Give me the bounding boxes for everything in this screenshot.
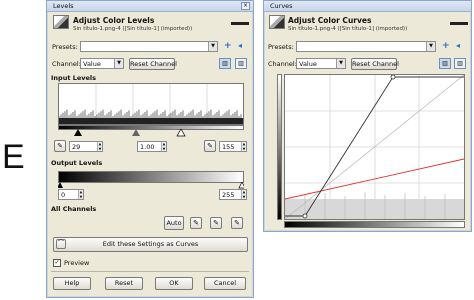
header-divider: [450, 22, 468, 25]
spin-arrows[interactable]: ▲ ▼: [97, 142, 102, 151]
eyedropper-icon[interactable]: ✎: [54, 140, 66, 152]
output-high-spin[interactable]: 255 ▲ ▼: [219, 189, 247, 200]
reset-button[interactable]: Reset: [105, 277, 143, 290]
input-sliders[interactable]: [58, 129, 244, 137]
eyedropper-icon[interactable]: ✎: [231, 217, 243, 229]
plus-icon[interactable]: +: [442, 42, 450, 51]
presets-combo[interactable]: ▼: [80, 41, 218, 52]
spin-arrows[interactable]: ▲ ▼: [78, 190, 83, 199]
presets-label: Presets:: [52, 43, 78, 51]
curves-window-title: Curves: [270, 2, 293, 10]
side-letter: E: [2, 138, 25, 176]
reset-channel-button[interactable]: Reset Channel: [129, 58, 177, 70]
channel-value: Value: [83, 60, 101, 68]
gamma-slider: [132, 129, 140, 136]
chevron-down-icon: ▼: [336, 59, 345, 68]
auto-button[interactable]: Auto: [164, 216, 184, 230]
levels-dialog: Levels × Adjust Color Levels Sin título-…: [46, 0, 254, 298]
log-histogram-icon[interactable]: ▥: [235, 58, 247, 69]
input-histogram: [58, 83, 244, 125]
levels-header-title: Adjust Color Levels: [73, 16, 155, 25]
curves-titlebar[interactable]: Curves: [264, 1, 471, 12]
curves-icon: ⌒: [56, 239, 66, 249]
input-high-spin[interactable]: 155 ▲ ▼: [219, 141, 247, 152]
menu-arrow-icon[interactable]: ◂: [238, 41, 242, 50]
chevron-down-icon: ▼: [114, 59, 123, 68]
levels-titlebar[interactable]: Levels ×: [47, 1, 253, 12]
spin-arrows[interactable]: ▲ ▼: [241, 190, 246, 199]
levels-icon: [53, 15, 69, 29]
ok-button[interactable]: OK: [155, 277, 193, 290]
histogram-graph: [58, 84, 243, 124]
input-low-spin[interactable]: 29 ▲ ▼: [69, 141, 103, 152]
chevron-down-icon: ▼: [426, 42, 435, 51]
all-channels-label: All Channels: [51, 205, 97, 213]
menu-arrow-icon[interactable]: ◂: [456, 41, 460, 50]
curves-dialog: Curves Adjust Color Curves Sin título-1.…: [263, 0, 472, 232]
curve-point-high: [390, 74, 396, 80]
output-sliders[interactable]: [58, 182, 244, 189]
curve-canvas[interactable]: [284, 74, 465, 220]
eyedropper-icon[interactable]: ✎: [210, 217, 222, 229]
help-button[interactable]: Help: [53, 277, 91, 290]
linear-histogram-icon[interactable]: ▥: [219, 58, 231, 69]
channel-combo[interactable]: Value ▼: [296, 58, 346, 69]
close-icon[interactable]: ×: [241, 2, 250, 10]
levels-window-title: Levels: [53, 2, 74, 10]
cancel-button[interactable]: Cancel: [204, 277, 246, 290]
header-divider: [231, 22, 249, 25]
input-low-value: 29: [72, 143, 81, 151]
output-low-spin[interactable]: 0 ▲ ▼: [58, 189, 84, 200]
input-gamma-spin[interactable]: 1.00 ▲ ▼: [137, 141, 167, 152]
output-high-value: 255: [222, 191, 235, 199]
channel-combo[interactable]: Value ▼: [80, 58, 124, 69]
chevron-down-icon: ▼: [208, 42, 217, 51]
input-gamma-value: 1.00: [140, 143, 155, 151]
white-point-slider: [176, 129, 186, 137]
channel-label: Channel:: [52, 60, 81, 68]
channel-label: Channel:: [268, 60, 297, 68]
spin-arrows[interactable]: ▲ ▼: [241, 142, 246, 151]
spin-arrows[interactable]: ▲ ▼: [161, 142, 166, 151]
curve-left-gradient: [277, 74, 282, 220]
output-levels-label: Output Levels: [51, 159, 103, 167]
presets-label: Presets:: [268, 43, 294, 51]
curves-header-title: Adjust Color Curves: [288, 16, 372, 25]
output-low-value: 0: [61, 191, 66, 199]
edit-as-curves-button[interactable]: ⌒ Edit these Settings as Curves: [53, 237, 248, 252]
footer-divider: [51, 271, 249, 272]
eyedropper-icon[interactable]: ✎: [204, 140, 216, 152]
preview-checkbox[interactable]: ✓: [53, 259, 61, 267]
output-black-slider: [58, 182, 63, 188]
eyedropper-icon[interactable]: ✎: [190, 217, 202, 229]
edit-as-curves-label: Edit these Settings as Curves: [102, 240, 199, 248]
output-white-slider: [238, 182, 244, 189]
red-reference-line: [284, 158, 465, 200]
curves-header-icon: [269, 15, 285, 29]
curve-point-low: [302, 213, 308, 219]
input-levels-label: Input Levels: [51, 74, 96, 82]
linear-histogram-icon[interactable]: ▥: [439, 58, 451, 69]
presets-combo[interactable]: ▼: [296, 41, 436, 52]
curve-graph[interactable]: [284, 74, 465, 220]
preview-label: Preview: [64, 259, 90, 267]
plus-icon[interactable]: +: [224, 42, 232, 51]
log-histogram-icon[interactable]: ▥: [454, 58, 466, 69]
curves-header-subtitle: Sin título-1.png-4 ([Sin título-1] (impo…: [288, 26, 408, 32]
curve-bottom-gradient: [284, 221, 465, 228]
levels-header-subtitle: Sin título-1.png-4 ([Sin título-1] (impo…: [73, 26, 193, 32]
black-point-slider: [74, 129, 82, 136]
reset-channel-button[interactable]: Reset Channel: [351, 58, 399, 70]
input-high-value: 155: [222, 143, 235, 151]
channel-value: Value: [299, 60, 317, 68]
